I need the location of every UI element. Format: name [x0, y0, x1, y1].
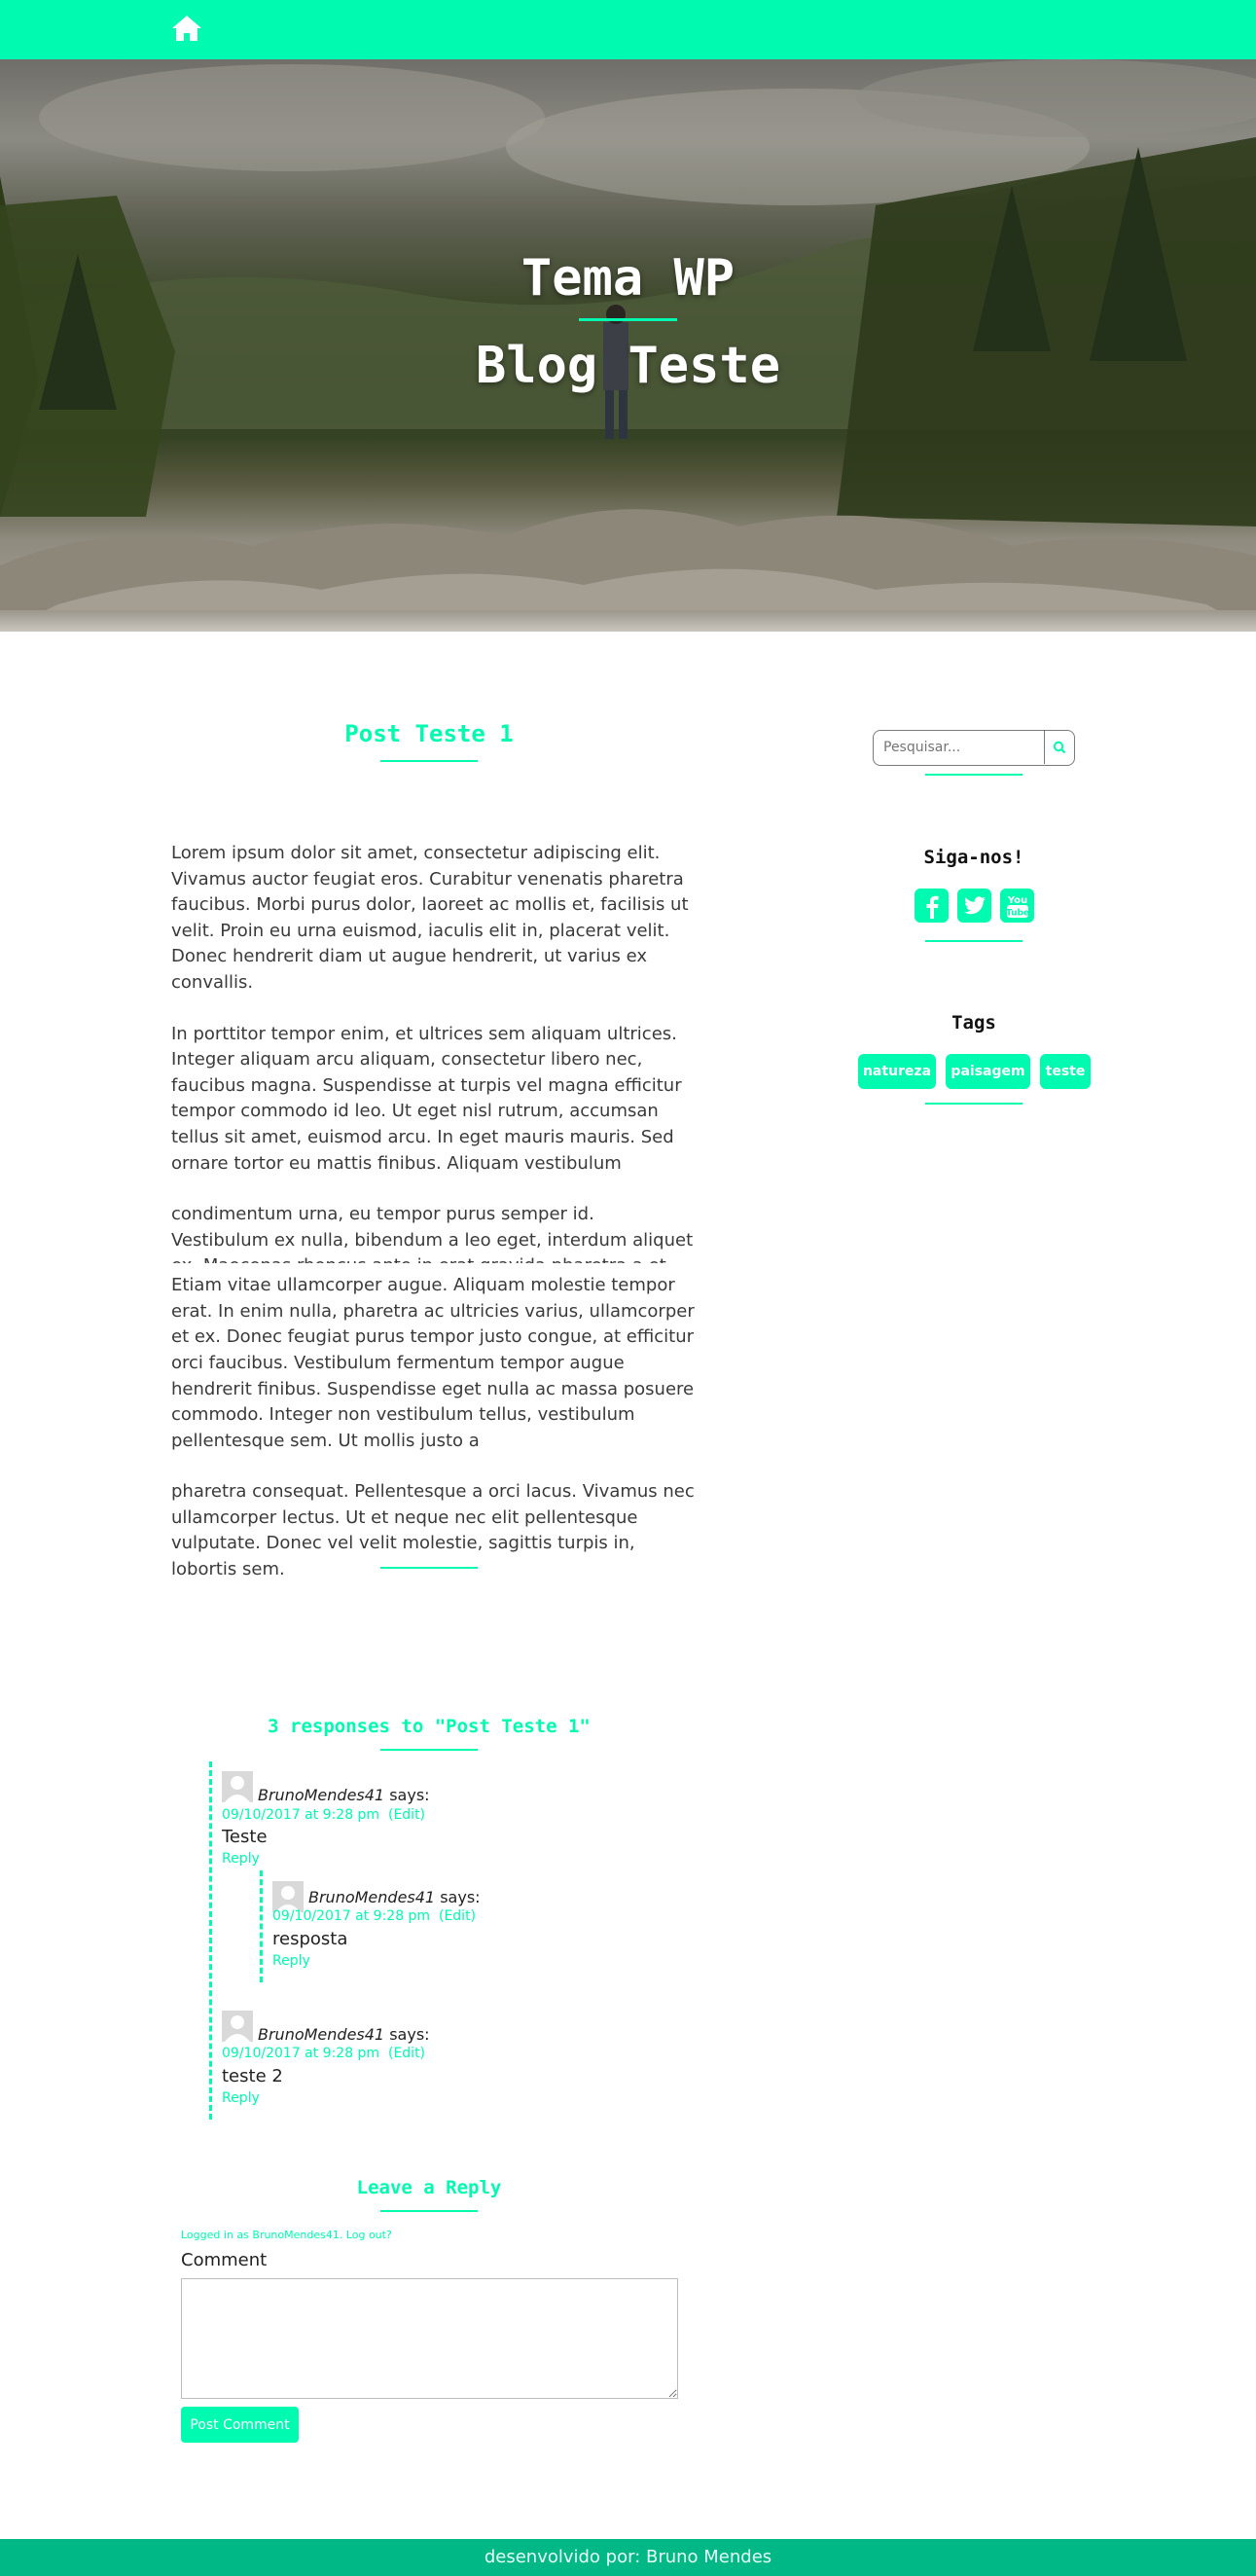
- comment-label: Comment: [181, 2250, 268, 2270]
- top-navbar: [0, 0, 1256, 59]
- logged-in-link[interactable]: Logged in as BrunoMendes41. Log out?: [181, 2229, 392, 2241]
- comment-says: says:: [440, 1888, 481, 1906]
- svg-text:Tube: Tube: [1005, 908, 1028, 918]
- comment-thread-line: [209, 1761, 212, 2120]
- leave-reply-title: Leave a Reply: [356, 2177, 502, 2198]
- comment-author-name: BrunoMendes41: [258, 2025, 385, 2044]
- comment-text: teste 2: [222, 2066, 283, 2086]
- post-end-divider: [380, 1567, 478, 1569]
- comment-reply-link[interactable]: Reply: [272, 1953, 310, 1969]
- post-title-divider: [380, 760, 478, 762]
- post-title[interactable]: Post Teste 1: [171, 720, 687, 747]
- footer: desenvolvido por: Bruno Mendes: [0, 2539, 1256, 2576]
- post-comment-button[interactable]: Post Comment: [181, 2407, 299, 2443]
- comment-meta[interactable]: 09/10/2017 at 9:28 pm (Edit): [272, 1908, 476, 1924]
- hero-bottom-edge: [0, 610, 1256, 632]
- search-input[interactable]: [874, 731, 1045, 764]
- twitter-link[interactable]: [957, 889, 991, 923]
- post-content: Lorem ipsum dolor sit amet, consectetur …: [171, 841, 697, 1583]
- avatar: [222, 2011, 253, 2042]
- comment-edit-link[interactable]: (Edit): [439, 1908, 476, 1924]
- tag-natureza[interactable]: natureza: [858, 1054, 936, 1089]
- avatar-icon: [225, 2015, 250, 2042]
- hero-title-line2: Blog Teste: [475, 337, 781, 395]
- comment-date[interactable]: 09/10/2017 at 9:28 pm: [272, 1908, 430, 1924]
- comment-author: BrunoMendes41 says:: [258, 2025, 430, 2044]
- search-button[interactable]: [1044, 731, 1074, 764]
- comment-says: says:: [389, 2025, 430, 2044]
- follow-divider: [925, 940, 1023, 942]
- comment-reply-link[interactable]: Reply: [222, 1851, 260, 1867]
- post-paragraph: Donec hendrerit diam ut augue hendrerit,…: [171, 946, 648, 993]
- post-paragraph: In porttitor tempor enim, et ultrices se…: [171, 1023, 682, 1174]
- search-form: [873, 730, 1075, 766]
- post-paragraph: condimentum urna, eu tempor purus semper…: [171, 1204, 694, 1263]
- comment-date[interactable]: 09/10/2017 at 9:28 pm: [222, 1807, 379, 1823]
- facebook-link[interactable]: [915, 889, 949, 923]
- home-icon[interactable]: [171, 14, 202, 43]
- tags-divider: [925, 1103, 1023, 1105]
- comment-author-name: BrunoMendes41: [258, 1786, 385, 1804]
- twitter-icon: [963, 895, 986, 914]
- hero-title-line1: Tema WP: [520, 249, 736, 308]
- comments-title-divider: [380, 1749, 478, 1751]
- avatar: [222, 1771, 253, 1802]
- youtube-link[interactable]: You Tube: [1000, 889, 1034, 923]
- avatar-icon: [225, 1776, 250, 1802]
- tags-title: Tags: [951, 1012, 996, 1034]
- comment-textarea[interactable]: [181, 2278, 678, 2399]
- tag-paisagem[interactable]: paisagem: [946, 1054, 1030, 1089]
- facebook-icon: [926, 895, 939, 919]
- comment-edit-link[interactable]: (Edit): [388, 2046, 425, 2061]
- leave-reply-divider: [380, 2210, 478, 2212]
- post-paragraph: Etiam vitae ullamcorper augue. Aliquam m…: [171, 1275, 695, 1451]
- comment-author: BrunoMendes41 says:: [258, 1786, 430, 1804]
- comment-says: says:: [389, 1786, 430, 1804]
- youtube-icon: You Tube: [1005, 895, 1028, 919]
- comment-text: resposta: [272, 1929, 348, 1949]
- comment-reply-link[interactable]: Reply: [222, 2090, 260, 2106]
- comment-author-name: BrunoMendes41: [308, 1888, 436, 1906]
- comment-author: BrunoMendes41 says:: [308, 1888, 481, 1906]
- comment-edit-link[interactable]: (Edit): [388, 1807, 425, 1823]
- comment-date[interactable]: 09/10/2017 at 9:28 pm: [222, 2046, 379, 2061]
- comments-title: 3 responses to "Post Teste 1": [268, 1716, 591, 1737]
- hero-banner: Tema WP Blog Teste: [0, 59, 1256, 632]
- search-divider: [925, 774, 1023, 776]
- search-icon: [1053, 741, 1066, 754]
- footer-credit: desenvolvido por: Bruno Mendes: [484, 2547, 772, 2567]
- nested-thread-line: [260, 1870, 263, 1982]
- comment-text: Teste: [222, 1827, 268, 1847]
- svg-text:You: You: [1006, 895, 1026, 906]
- post-paragraph: Lorem ipsum dolor sit amet, consectetur …: [171, 843, 689, 941]
- tag-teste[interactable]: teste: [1040, 1054, 1091, 1089]
- comment-meta[interactable]: 09/10/2017 at 9:28 pm (Edit): [222, 1807, 425, 1823]
- hero-title-divider: [579, 318, 677, 321]
- comment-meta[interactable]: 09/10/2017 at 9:28 pm (Edit): [222, 2046, 425, 2061]
- follow-title: Siga-nos!: [923, 847, 1024, 868]
